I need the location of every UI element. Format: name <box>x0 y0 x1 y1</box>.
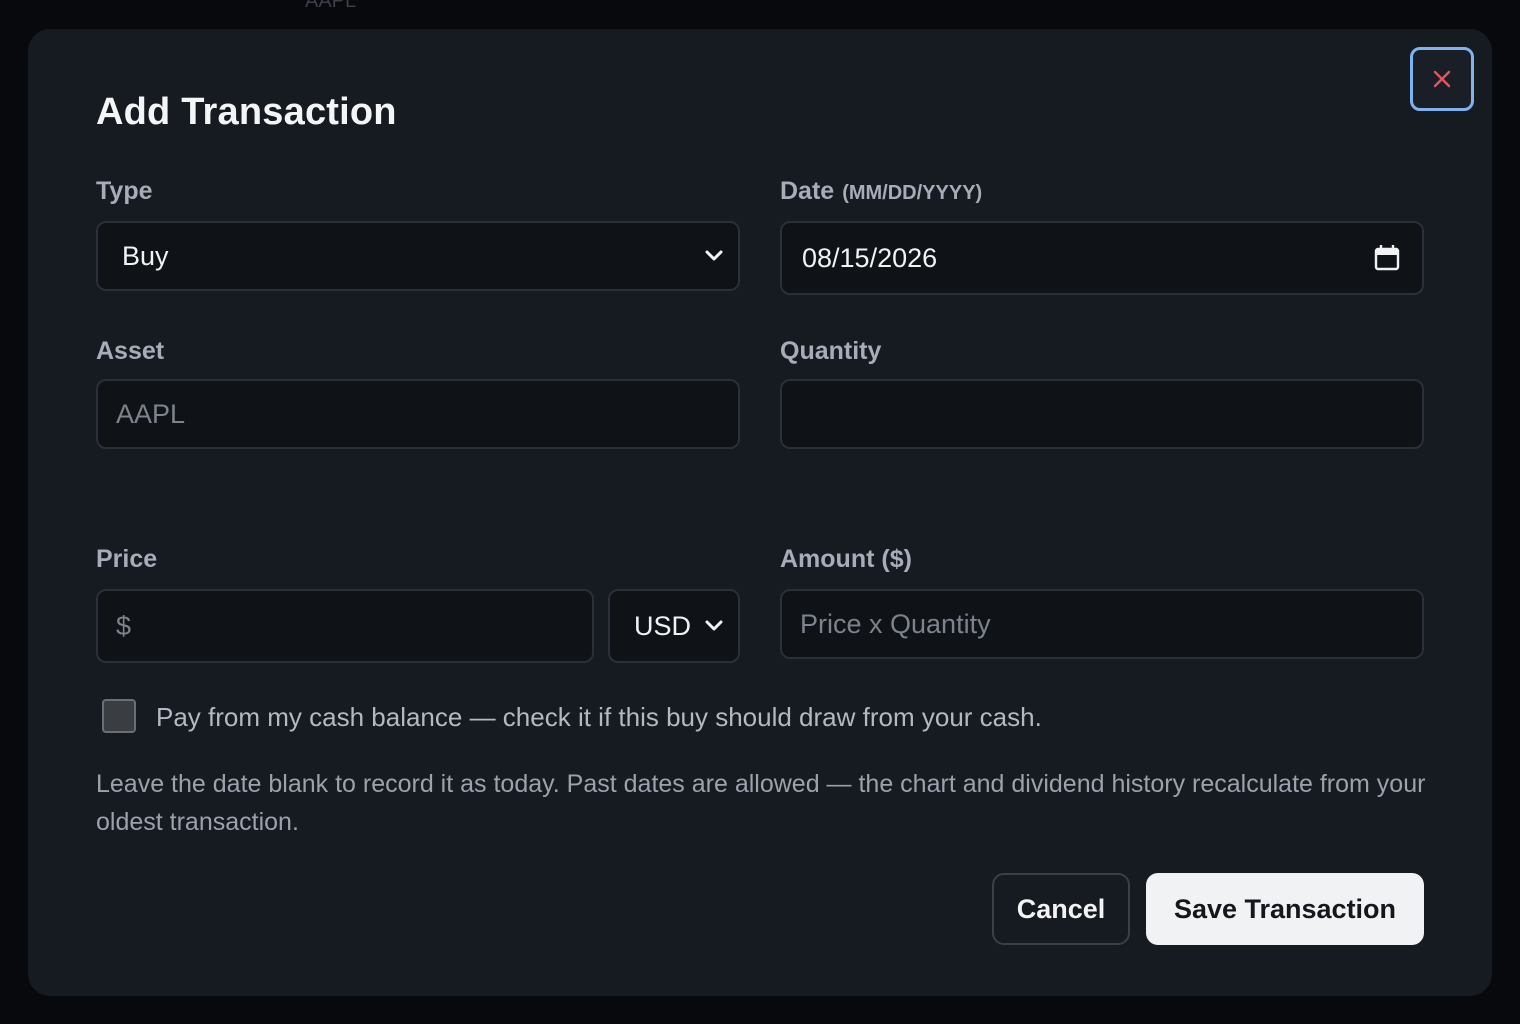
currency-select[interactable]: USD <box>608 589 740 663</box>
background-cell: AAPL <box>305 0 357 12</box>
calendar-icon[interactable] <box>1374 244 1400 272</box>
type-select-value: Buy <box>122 240 169 271</box>
save-transaction-button[interactable]: Save Transaction <box>1146 873 1424 945</box>
modal-title: Add Transaction <box>96 91 397 133</box>
chevron-down-icon <box>705 620 723 631</box>
add-transaction-modal: Add Transaction Type Buy Date (MM/DD/YYYY… <box>28 29 1492 996</box>
quantity-input[interactable] <box>780 379 1424 449</box>
close-button[interactable] <box>1410 47 1474 111</box>
chevron-down-icon <box>705 250 723 261</box>
cancel-button[interactable]: Cancel <box>992 873 1130 945</box>
price-placeholder: $ <box>116 610 132 641</box>
cash-balance-checkbox-label[interactable]: Pay from my cash balance — check it if t… <box>156 702 1042 733</box>
type-label: Type <box>96 177 153 205</box>
currency-select-value: USD <box>634 610 692 641</box>
asset-input[interactable]: AAPL <box>96 379 740 449</box>
date-format-hint: (MM/DD/YYYY) <box>842 182 983 204</box>
cash-balance-checkbox[interactable] <box>102 699 136 733</box>
type-select[interactable]: Buy <box>96 221 740 291</box>
quantity-label: Quantity <box>780 337 882 365</box>
date-input-value: 08/15/2026 <box>802 242 938 273</box>
date-label: Date (MM/DD/YYYY) <box>780 177 982 206</box>
close-icon <box>1433 70 1451 88</box>
amount-placeholder: Price x Quantity <box>800 608 991 639</box>
date-input[interactable]: 08/15/2026 <box>780 221 1424 295</box>
amount-input[interactable]: Price x Quantity <box>780 589 1424 659</box>
date-help-note: Leave the date blank to record it as tod… <box>96 770 1426 836</box>
amount-label: Amount ($) <box>780 545 912 573</box>
date-label-text: Date <box>780 177 835 205</box>
price-label: Price <box>96 545 158 573</box>
price-input[interactable]: $ <box>96 589 594 663</box>
asset-label: Asset <box>96 337 165 365</box>
background-table-row: AAPL <box>0 0 1520 18</box>
asset-placeholder: AAPL <box>116 398 186 429</box>
